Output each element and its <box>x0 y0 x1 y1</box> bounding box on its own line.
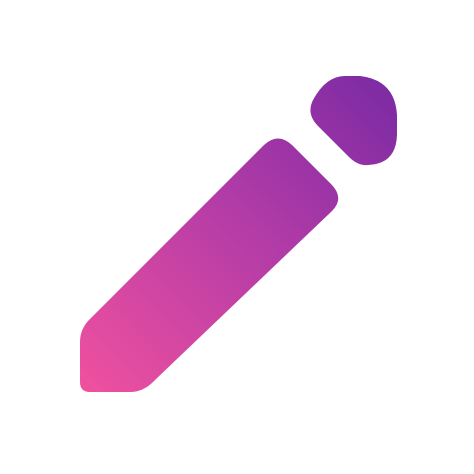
pencil-eraser <box>310 76 397 166</box>
icon-canvas <box>0 0 474 474</box>
pencil-icon <box>80 76 397 392</box>
pencil-body <box>80 138 339 392</box>
